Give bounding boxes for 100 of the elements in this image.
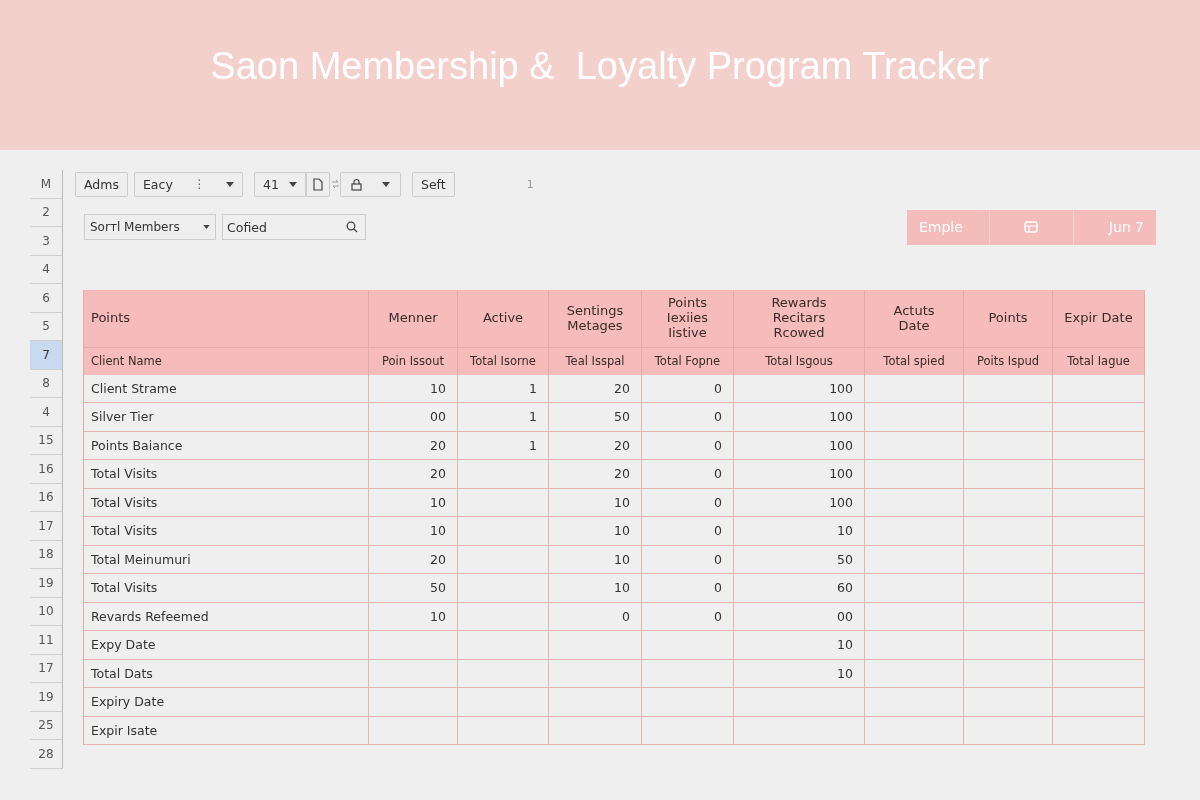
row-header[interactable]: 11 <box>30 626 62 655</box>
row-header[interactable]: 17 <box>30 654 62 683</box>
row-header[interactable]: 8 <box>30 369 62 398</box>
table-cell: 0 <box>642 517 734 546</box>
document-button[interactable] <box>305 171 330 197</box>
lock-icon <box>350 177 362 191</box>
table-cell: Revards Refeemed <box>84 602 369 631</box>
table-cell: 60 <box>734 574 865 603</box>
row-header[interactable]: M <box>30 170 62 199</box>
column-subheader: Client Name <box>84 347 369 375</box>
column-header: Active <box>458 290 549 348</box>
table-cell: 10 <box>549 574 642 603</box>
table-cell: Client Strame <box>84 374 369 403</box>
column-subheader: Total Iague <box>1053 347 1145 375</box>
table-cell: 10 <box>734 659 865 688</box>
column-subheader: Teal Isspal <box>549 347 642 375</box>
row-header[interactable]: 19 <box>30 569 62 598</box>
table-cell: 20 <box>369 545 458 574</box>
column-subheader: Total Isgous <box>734 347 865 375</box>
table-cell: 00 <box>369 403 458 432</box>
table-cell: Points Baiance <box>84 431 369 460</box>
search-field[interactable]: Cofied <box>222 214 366 240</box>
caret-icon <box>203 225 210 229</box>
table-cell: Silver Tier <box>84 403 369 432</box>
filter-dropdown[interactable]: Sorтl Members <box>84 214 216 240</box>
row-header[interactable]: 3 <box>30 227 62 256</box>
calendar-icon <box>1024 221 1039 233</box>
page-indicator: 1 <box>526 177 534 191</box>
search-icon <box>346 221 358 233</box>
toolbar-dropdown[interactable]: 41 <box>253 171 306 197</box>
row-header[interactable]: 25 <box>30 711 62 740</box>
table-cell: 20 <box>369 431 458 460</box>
table-cell: 100 <box>734 488 865 517</box>
table-cell: 100 <box>734 403 865 432</box>
toolbar-button[interactable]: Adms <box>75 171 128 197</box>
column-header: Actuts Date <box>865 290 964 348</box>
table-cell: 10 <box>549 488 642 517</box>
table-cell: 20 <box>549 374 642 403</box>
table-cell: Total Meinumuri <box>84 545 369 574</box>
table-cell: Total Dats <box>84 659 369 688</box>
caret-icon <box>225 181 234 187</box>
row-header[interactable]: 17 <box>30 512 62 541</box>
row-header[interactable]: 18 <box>30 540 62 569</box>
column-header: Points <box>84 290 369 348</box>
table-cell: 0 <box>642 602 734 631</box>
table-cell: 0 <box>642 431 734 460</box>
table-cell: Total Visits <box>84 488 369 517</box>
toolbar-button[interactable]: Seft <box>411 171 455 197</box>
column-subheader: Poin Issout <box>369 347 458 375</box>
row-header[interactable]: 15 <box>30 426 62 455</box>
date-text: Jun 7 <box>1107 218 1145 237</box>
table-cell: 1 <box>458 374 549 403</box>
column-subheader: Total Fopne <box>642 347 734 375</box>
table-cell: 0 <box>642 403 734 432</box>
column-subheader: Total spied <box>865 347 964 375</box>
table-cell: 20 <box>369 460 458 489</box>
table-cell: Total Visits <box>84 574 369 603</box>
table-cell: 10 <box>369 602 458 631</box>
column-header: Points <box>964 290 1053 348</box>
table-cell: 20 <box>549 460 642 489</box>
table-cell: 10 <box>549 545 642 574</box>
swap-icon <box>331 179 339 190</box>
table-cell: 00 <box>734 602 865 631</box>
row-header[interactable]: 19 <box>30 683 62 712</box>
table-cell: 10 <box>734 517 865 546</box>
table-cell: Expy Date <box>84 631 369 660</box>
row-header[interactable]: 16 <box>30 483 62 512</box>
table-cell: 100 <box>734 431 865 460</box>
table-cell: 1 <box>458 431 549 460</box>
table-cell: Total Visits <box>84 517 369 546</box>
row-header[interactable]: 28 <box>30 740 62 769</box>
table-cell: Total Visits <box>84 460 369 489</box>
table-cell: 10 <box>369 374 458 403</box>
table-cell: 100 <box>734 460 865 489</box>
column-subheader: Total Isorne <box>458 347 549 375</box>
date-bar-label: Emple <box>907 209 991 245</box>
table-cell: 0 <box>549 602 642 631</box>
row-header[interactable]: 4 <box>30 398 62 427</box>
table-cell: 20 <box>549 431 642 460</box>
table-cell: 10 <box>369 517 458 546</box>
toolbar-dropdown[interactable]: Eacy ⋮ <box>133 171 243 197</box>
table-cell: 0 <box>642 460 734 489</box>
caret-icon <box>381 181 390 187</box>
row-header[interactable]: 16 <box>30 455 62 484</box>
column-header: Menner <box>369 290 458 348</box>
row-header[interactable]: 6 <box>30 284 62 313</box>
row-header[interactable]: 10 <box>30 597 62 626</box>
table-cell: 10 <box>369 488 458 517</box>
table-cell: 0 <box>642 574 734 603</box>
table-cell: 10 <box>734 631 865 660</box>
row-header[interactable]: 4 <box>30 255 62 284</box>
table-cell: 10 <box>549 517 642 546</box>
row-header[interactable]: 2 <box>30 198 62 227</box>
table-cell: 0 <box>642 488 734 517</box>
lock-dropdown[interactable] <box>339 171 401 197</box>
row-header[interactable]: 7 <box>30 341 62 370</box>
table-cell: Expiry Date <box>84 688 369 717</box>
kebab-glyph: ⋮ <box>193 177 206 192</box>
column-header: Expir Date <box>1053 290 1145 348</box>
column-header: Sentings Metages <box>549 290 642 348</box>
